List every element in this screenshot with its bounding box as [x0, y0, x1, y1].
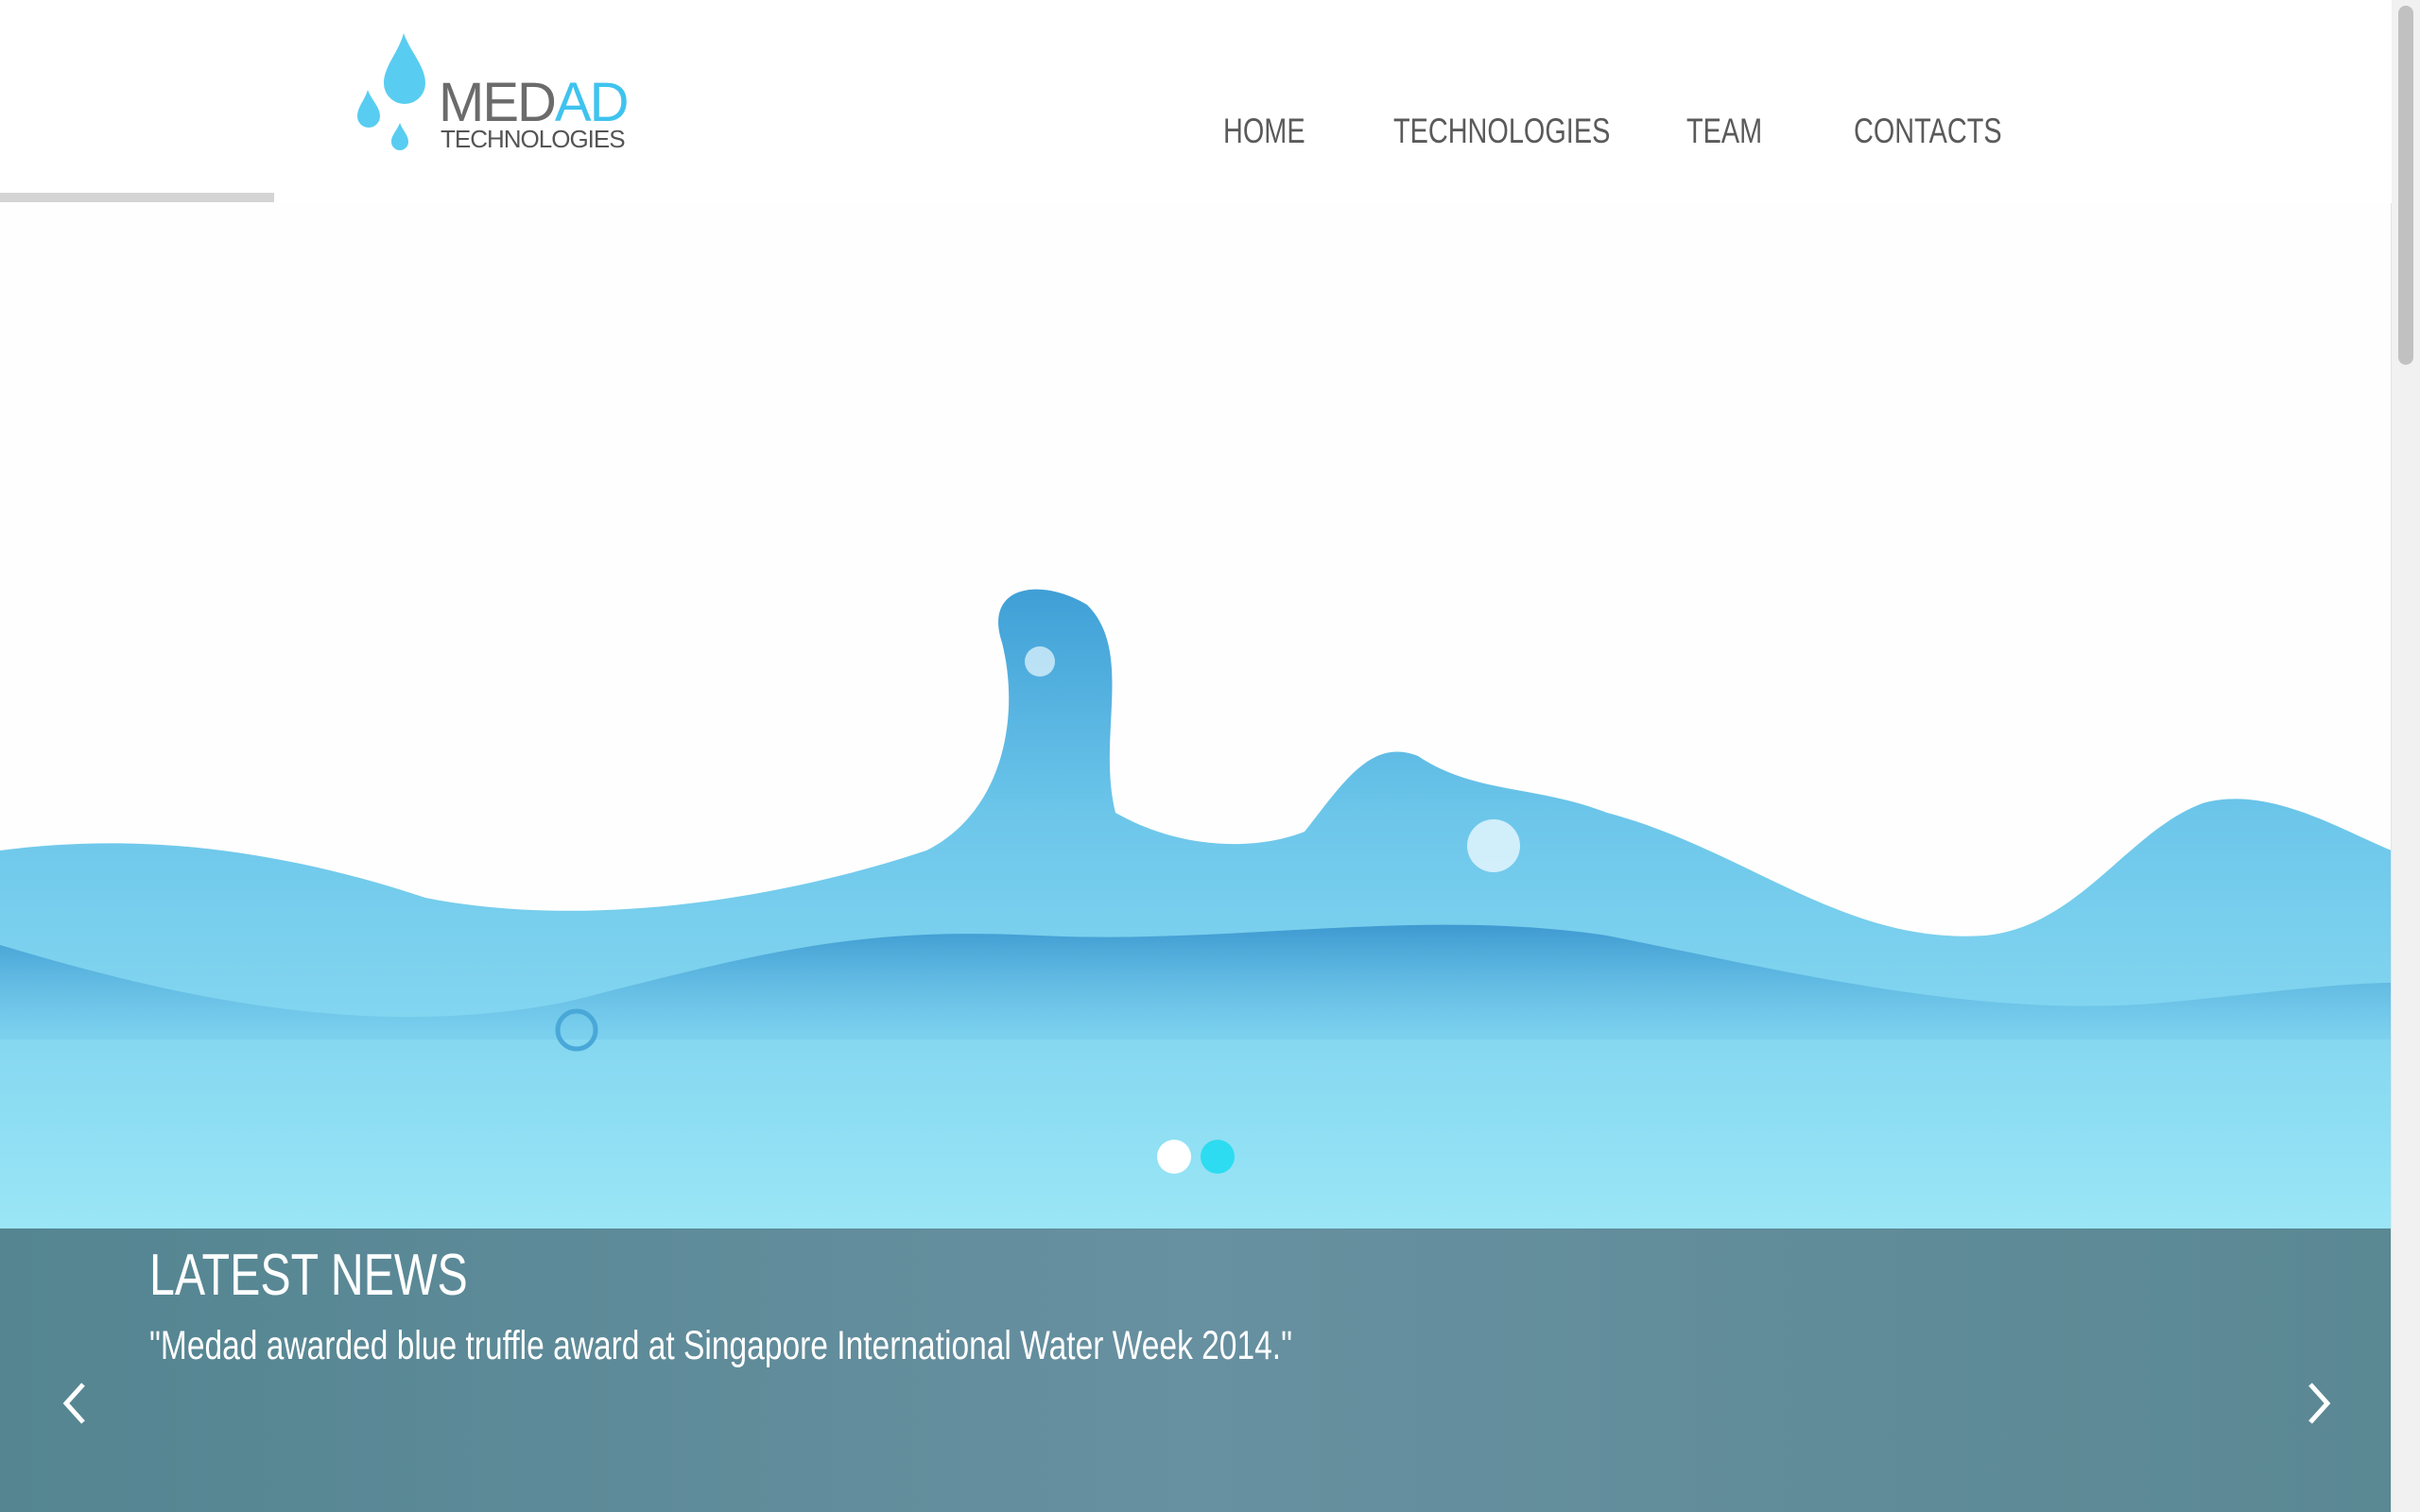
- logo-wordmark: MEDAD: [439, 72, 629, 133]
- page-scrollbar[interactable]: [2391, 0, 2420, 1512]
- slider-dot-2-active[interactable]: [1201, 1140, 1235, 1174]
- logo-subtitle: TECHNOLOGIES: [441, 125, 626, 153]
- latest-news-panel: LATEST NEWS "Medad awarded blue truffle …: [0, 1228, 2392, 1512]
- next-news-button[interactable]: [2299, 1375, 2337, 1432]
- nav-home[interactable]: HOME: [1223, 112, 1305, 151]
- nav-technologies[interactable]: TECHNOLOGIES: [1393, 112, 1610, 151]
- scrollbar-thumb[interactable]: [2398, 6, 2413, 365]
- medad-logo[interactable]: MEDAD TECHNOLOGIES: [352, 28, 629, 161]
- prev-news-button[interactable]: [57, 1375, 95, 1432]
- chevron-right-icon: [2308, 1383, 2331, 1424]
- water-drops-icon: [357, 33, 425, 150]
- site-header: MEDAD TECHNOLOGIES HOME TECHNOLOGIES TEA…: [0, 0, 2392, 203]
- header-underline-bar: [0, 193, 274, 202]
- news-title: LATEST NEWS: [149, 1243, 468, 1308]
- slider-dot-1[interactable]: [1157, 1140, 1191, 1174]
- nav-team[interactable]: TEAM: [1686, 112, 1762, 151]
- news-text: "Medad awarded blue truffle award at Sin…: [149, 1323, 1292, 1368]
- chevron-left-icon: [62, 1383, 85, 1424]
- nav-contacts[interactable]: CONTACTS: [1854, 112, 2002, 151]
